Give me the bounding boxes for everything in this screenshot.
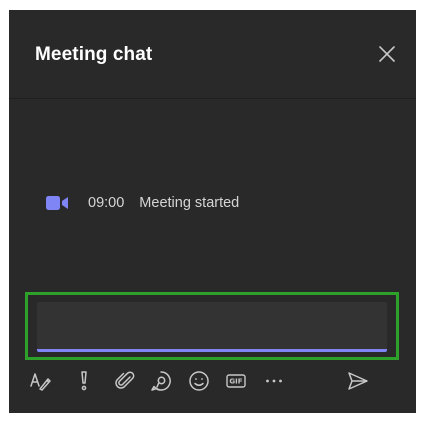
close-icon[interactable] <box>376 43 398 65</box>
meeting-started-event: 09:00 Meeting started <box>46 192 239 214</box>
emoji-icon[interactable] <box>187 369 211 393</box>
gif-icon-label: GIF <box>229 378 242 386</box>
attach-icon[interactable] <box>113 369 137 393</box>
chat-header: Meeting chat <box>9 10 416 99</box>
important-icon[interactable] <box>72 369 96 393</box>
compose-highlight-frame <box>25 292 399 360</box>
gif-icon[interactable]: GIF <box>224 369 248 393</box>
event-time: 09:00 <box>88 195 125 211</box>
video-camera-icon <box>46 195 70 211</box>
chat-title: Meeting chat <box>35 44 153 65</box>
meeting-chat-panel: Meeting chat 09:00 Meeting started GIF <box>9 10 416 413</box>
event-text: Meeting started <box>139 195 240 211</box>
format-icon[interactable] <box>28 369 52 393</box>
loop-icon[interactable] <box>149 369 173 393</box>
message-compose-box[interactable] <box>37 302 387 352</box>
compose-toolbar: GIF <box>9 364 416 400</box>
send-icon[interactable] <box>346 369 370 393</box>
more-options-icon[interactable] <box>262 369 286 393</box>
